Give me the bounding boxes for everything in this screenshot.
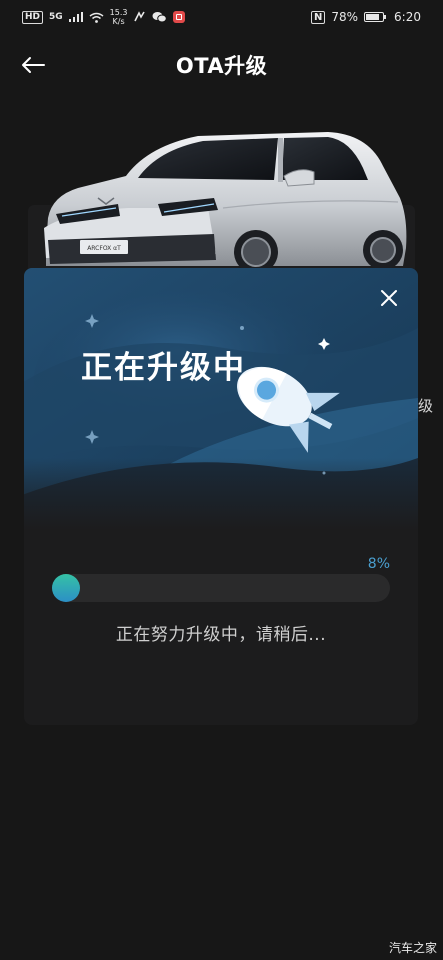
dialog-title: 正在升级中 bbox=[81, 350, 246, 386]
upgrade-dialog: 正在升级中 8% 正在努力升级中，请稍后... bbox=[24, 268, 418, 725]
ota-upgrade-screen: HD 5G 15.3 K/s N 78% 6:20 OTA升级 级 ARCFOX… bbox=[0, 0, 443, 960]
status-left: HD 5G 15.3 K/s bbox=[22, 8, 186, 26]
license-plate-text: ARCFOX αT bbox=[87, 245, 121, 252]
wechat-icon bbox=[152, 12, 168, 23]
speed-value: 15.3 bbox=[109, 8, 128, 17]
app-notification-icon bbox=[173, 11, 186, 23]
app-bar: OTA升级 bbox=[0, 34, 443, 94]
network-type: 5G bbox=[49, 12, 63, 22]
wifi-icon bbox=[89, 12, 104, 23]
watermark: 汽车之家 bbox=[388, 941, 437, 955]
progress-percent: 8% bbox=[367, 556, 390, 572]
status-right: N 78% 6:20 bbox=[311, 10, 421, 24]
link-app-icon bbox=[134, 11, 146, 22]
clock: 6:20 bbox=[394, 10, 421, 24]
network-speed: 15.3 K/s bbox=[110, 8, 128, 26]
car-image: ARCFOX αT bbox=[44, 132, 407, 274]
progress-status-text: 正在努力升级中，请稍后... bbox=[115, 625, 327, 645]
speed-unit: K/s bbox=[112, 17, 125, 26]
progress-bar bbox=[52, 574, 390, 602]
signal-icon bbox=[68, 12, 83, 22]
status-bar: HD 5G 15.3 K/s N 78% 6:20 bbox=[0, 0, 443, 34]
side-label: 级 bbox=[418, 397, 434, 415]
page-title: OTA升级 bbox=[175, 54, 268, 78]
close-icon bbox=[381, 290, 397, 306]
battery-icon bbox=[364, 12, 387, 22]
battery-fill bbox=[366, 14, 379, 20]
hd-indicator: HD bbox=[22, 10, 44, 24]
upgrade-banner bbox=[24, 268, 418, 530]
battery-percent: 78% bbox=[331, 10, 359, 24]
close-button[interactable] bbox=[376, 285, 402, 311]
nfc-icon: N bbox=[311, 10, 326, 24]
progress-fill bbox=[52, 574, 80, 602]
